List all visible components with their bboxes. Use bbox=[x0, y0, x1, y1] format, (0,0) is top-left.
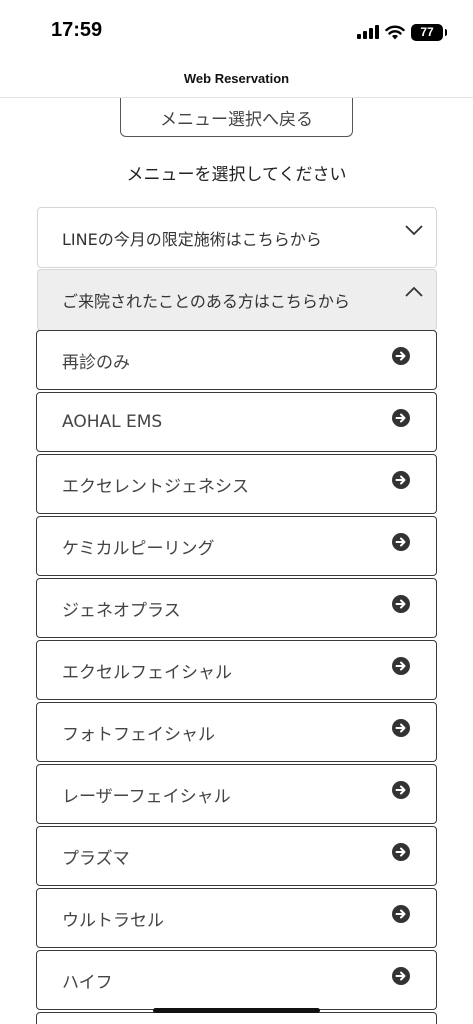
arrow-right-circle-icon bbox=[392, 967, 410, 985]
status-bar: 17:59 77 bbox=[0, 0, 473, 60]
menu-list: 再診のみ AOHAL EMS エクセレントジェネシス ケミカルピーリング ジェネ… bbox=[36, 330, 437, 1024]
menu-item-label: レーザーフェイシャル bbox=[62, 786, 231, 807]
menu-item[interactable]: ハイフ bbox=[36, 950, 437, 1010]
wifi-icon bbox=[385, 25, 405, 39]
arrow-right-circle-icon bbox=[392, 905, 410, 923]
accordion-label: ご来院されたことのある方はこちらから bbox=[62, 292, 350, 311]
arrow-right-circle-icon bbox=[392, 409, 410, 427]
chevron-down-icon bbox=[405, 225, 423, 236]
instruction-text: メニューを選択してください bbox=[126, 165, 347, 185]
menu-item-label: プラズマ bbox=[62, 848, 130, 869]
menu-item-label: ウルトラセル bbox=[62, 910, 164, 931]
menu-item[interactable]: ウルトラセル bbox=[36, 888, 437, 948]
home-indicator[interactable] bbox=[153, 1008, 320, 1013]
menu-item[interactable]: レーザーフェイシャル bbox=[36, 764, 437, 824]
battery-level: 77 bbox=[420, 25, 434, 39]
arrow-right-circle-icon bbox=[392, 533, 410, 551]
status-time: 17:59 bbox=[51, 19, 103, 41]
arrow-right-circle-icon bbox=[392, 595, 410, 613]
accordion-label: LINEの今月の限定施術はこちらから bbox=[62, 229, 322, 249]
menu-item-label: エクセルフェイシャル bbox=[62, 662, 232, 683]
cellular-signal-icon bbox=[357, 25, 379, 39]
menu-item[interactable]: フォトフェイシャル bbox=[36, 702, 437, 762]
menu-item-label: ジェネオプラス bbox=[62, 600, 181, 621]
arrow-right-circle-icon bbox=[392, 657, 410, 675]
menu-item[interactable]: ケミカルピーリング bbox=[36, 516, 437, 576]
arrow-right-circle-icon bbox=[392, 471, 410, 489]
menu-item-label: ハイフ bbox=[62, 972, 113, 993]
battery-icon: 77 bbox=[411, 23, 447, 41]
menu-item-label: 再診のみ bbox=[62, 352, 130, 373]
page-title: Web Reservation bbox=[183, 71, 290, 86]
arrow-right-circle-icon bbox=[392, 843, 410, 861]
menu-item-partial[interactable] bbox=[36, 1012, 437, 1024]
back-to-menu-button[interactable]: メニュー選択へ戻る bbox=[120, 98, 353, 137]
arrow-right-circle-icon bbox=[392, 719, 410, 737]
menu-item[interactable]: 再診のみ bbox=[36, 330, 437, 390]
menu-item-label: AOHAL EMS bbox=[62, 412, 163, 432]
accordion-line-limited[interactable]: LINEの今月の限定施術はこちらから bbox=[37, 207, 437, 268]
menu-item[interactable]: エクセルフェイシャル bbox=[36, 640, 437, 700]
menu-item[interactable]: プラズマ bbox=[36, 826, 437, 886]
menu-item-label: エクセレントジェネシス bbox=[62, 476, 249, 497]
menu-item[interactable]: エクセレントジェネシス bbox=[36, 454, 437, 514]
arrow-right-circle-icon bbox=[392, 781, 410, 799]
status-icons: 77 bbox=[357, 22, 447, 42]
menu-item-label: フォトフェイシャル bbox=[62, 724, 215, 745]
arrow-right-circle-icon bbox=[392, 347, 410, 365]
menu-item[interactable]: ジェネオプラス bbox=[36, 578, 437, 638]
menu-item-label: ケミカルピーリング bbox=[62, 538, 215, 559]
menu-item[interactable]: AOHAL EMS bbox=[36, 392, 437, 452]
header: Web Reservation bbox=[0, 60, 473, 98]
accordion-returning-patient[interactable]: ご来院されたことのある方はこちらから bbox=[37, 269, 437, 331]
chevron-up-icon bbox=[405, 286, 423, 297]
